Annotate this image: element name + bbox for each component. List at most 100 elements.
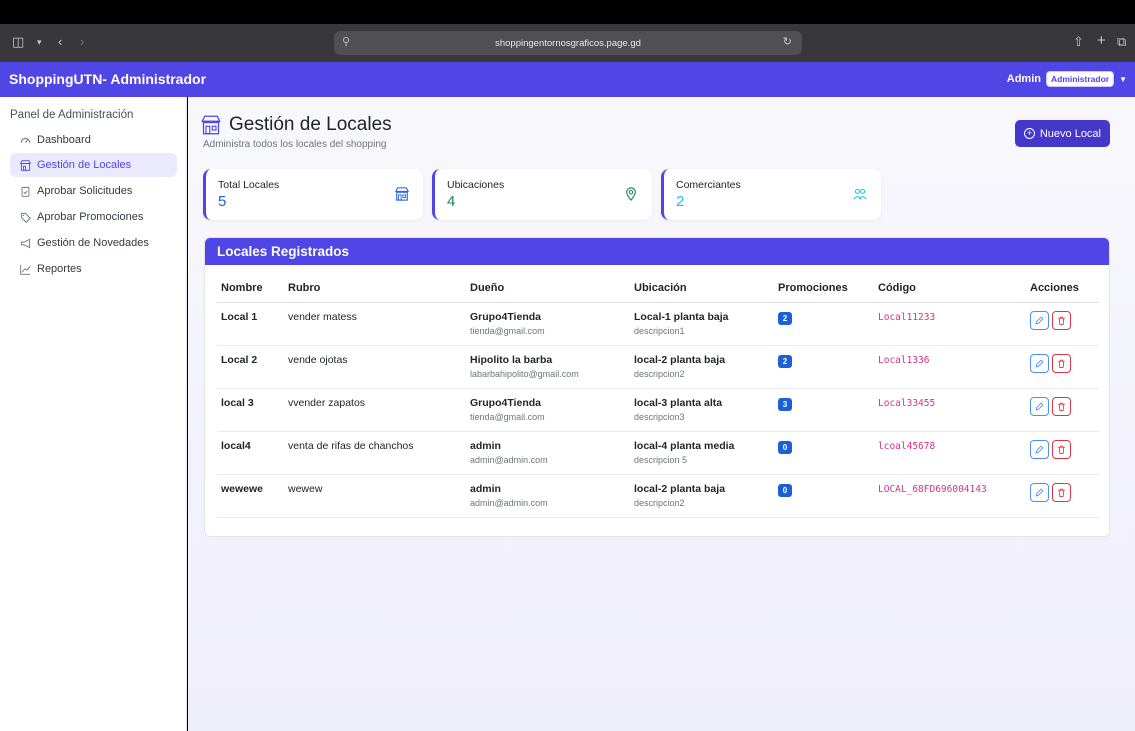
shop-icon — [395, 187, 409, 201]
page-title-text: Gestión de Locales — [229, 114, 392, 135]
cell-promociones: 2 — [774, 302, 874, 346]
delete-button[interactable] — [1052, 483, 1071, 502]
new-local-button[interactable]: + Nuevo Local — [1014, 120, 1110, 147]
stat-label: Comerciantes — [676, 179, 741, 191]
screen-top-bar — [0, 0, 1135, 24]
back-icon[interactable]: ‹ — [58, 34, 62, 49]
sidebar-item-gestion-locales[interactable]: Gestión de Locales — [10, 153, 177, 177]
cell-rubro: venta de rifas de chanchos — [284, 431, 466, 475]
owner-email: tienda@gmail.com — [470, 412, 545, 422]
user-menu[interactable]: Admin Administrador ▼ — [1007, 71, 1127, 87]
owner-email: admin@admin.com — [470, 498, 548, 508]
trash-icon — [1058, 445, 1065, 454]
sidebar-item-label: Aprobar Solicitudes — [37, 185, 133, 197]
cell-promociones: 2 — [774, 345, 874, 389]
forward-icon[interactable]: › — [80, 34, 84, 49]
address-bar[interactable]: ⚲ shoppingentornosgraficos.page.gd ↻ — [334, 31, 802, 55]
cell-promociones: 0 — [774, 474, 874, 518]
local-code: LOCAL_68FD696004143 — [878, 484, 987, 495]
cell-codigo: Local11233 — [874, 302, 1026, 346]
edit-button[interactable] — [1030, 311, 1049, 330]
pencil-icon — [1035, 402, 1044, 411]
pencil-icon — [1035, 488, 1044, 497]
location-name: local-2 planta baja — [634, 483, 726, 495]
column-header: Rubro — [284, 276, 466, 303]
cell-acciones — [1026, 302, 1099, 346]
new-tab-icon[interactable]: + — [1097, 32, 1106, 49]
browser-toolbar: ◫ ▾ ‹ › ⚲ shoppingentornosgraficos.page.… — [0, 24, 1135, 62]
table-row: Local 2 vende ojotas Hipolito la barba laba… — [217, 345, 1099, 389]
column-header: Ubicación — [630, 276, 774, 303]
delete-button[interactable] — [1052, 397, 1071, 416]
sidebar-item-label: Reportes — [37, 263, 82, 275]
location-description: descripcion 5 — [634, 455, 688, 465]
cell-dueno: Hipolito la barba labarbahipolito@gmail.c… — [466, 345, 630, 389]
graph-icon — [19, 263, 31, 275]
delete-button[interactable] — [1052, 354, 1071, 373]
cell-dueno: Grupo4Tienda tienda@gmail.com — [466, 388, 630, 432]
promotions-count-badge: 0 — [778, 484, 792, 497]
brand-title[interactable]: ShoppingUTN- Administrador — [9, 71, 206, 87]
edit-button[interactable] — [1030, 483, 1049, 502]
table-row: local4 venta de rifas de chanchos admin adm… — [217, 431, 1099, 475]
card-title: Locales Registrados — [205, 238, 1109, 265]
edit-button[interactable] — [1030, 397, 1049, 416]
stat-label: Ubicaciones — [447, 179, 505, 191]
page-title: Gestión de Locales — [201, 114, 392, 136]
cell-rubro: vender matess — [284, 302, 466, 346]
location-description: descripcion1 — [634, 326, 685, 336]
stat-value: 5 — [218, 193, 227, 210]
cell-codigo: LOCAL_68FD696004143 — [874, 474, 1026, 518]
table-header-row: Nombre Rubro Dueño Ubicación Promociones… — [217, 276, 1099, 303]
promotions-count-badge: 0 — [778, 441, 792, 454]
edit-button[interactable] — [1030, 440, 1049, 459]
map-pin-icon — [624, 187, 638, 202]
local-code: Local1336 — [878, 355, 930, 366]
cell-rubro: vvender zapatos — [284, 388, 466, 432]
reload-icon[interactable]: ↻ — [783, 35, 792, 48]
stat-label: Total Locales — [218, 179, 280, 191]
cell-acciones — [1026, 474, 1099, 518]
local-code: Local11233 — [878, 312, 936, 323]
url-text: shoppingentornosgraficos.page.gd — [495, 37, 641, 49]
cell-nombre: local 3 — [217, 388, 284, 432]
sidebar-item-gestion-novedades[interactable]: Gestión de Novedades — [10, 231, 177, 255]
column-header: Nombre — [217, 276, 284, 303]
owner-name: Hipolito la barba — [470, 354, 553, 366]
stat-card-ubicaciones: Ubicaciones 4 — [432, 169, 652, 220]
shop-icon — [19, 159, 31, 171]
main-content: Gestión de Locales Administra todos los … — [188, 97, 1135, 731]
cell-rubro: vende ojotas — [284, 345, 466, 389]
new-local-button-label: Nuevo Local — [1039, 127, 1101, 140]
people-icon — [853, 187, 867, 201]
location-description: descripcion3 — [634, 412, 685, 422]
sidebar-item-aprobar-promociones[interactable]: Aprobar Promociones — [10, 205, 177, 229]
delete-button[interactable] — [1052, 311, 1071, 330]
sidebar-item-label: Gestión de Locales — [37, 159, 132, 171]
share-icon[interactable]: ⇧ — [1073, 34, 1084, 50]
delete-button[interactable] — [1052, 440, 1071, 459]
tabs-overview-icon[interactable]: ⧉ — [1117, 34, 1126, 50]
cell-acciones — [1026, 388, 1099, 432]
edit-button[interactable] — [1030, 354, 1049, 373]
column-header: Acciones — [1026, 276, 1099, 303]
sidebar-item-reportes[interactable]: Reportes — [10, 257, 177, 281]
cell-acciones — [1026, 431, 1099, 475]
table-row: wewewe wewew admin admin@admin.com local-2 p… — [217, 474, 1099, 518]
sidebar-item-aprobar-solicitudes[interactable]: Aprobar Solicitudes — [10, 179, 177, 203]
sidebar-toggle-icon[interactable]: ◫ — [12, 34, 24, 50]
cell-dueno: admin admin@admin.com — [466, 474, 630, 518]
sidebar-item-dashboard[interactable]: Dashboard — [10, 128, 177, 152]
pencil-icon — [1035, 359, 1044, 368]
cell-codigo: Local33455 — [874, 388, 1026, 432]
sidebar-item-label: Dashboard — [37, 134, 91, 146]
trash-icon — [1058, 359, 1065, 368]
local-code: lcoal45678 — [878, 441, 936, 452]
chevron-down-icon[interactable]: ▾ — [37, 37, 42, 48]
sidebar: Panel de Administración Dashboard Gestió… — [0, 97, 187, 731]
stat-value: 4 — [447, 193, 456, 210]
column-header: Código — [874, 276, 1026, 303]
owner-name: admin — [470, 483, 501, 495]
location-description: descripcion2 — [634, 369, 685, 379]
pencil-icon — [1035, 316, 1044, 325]
